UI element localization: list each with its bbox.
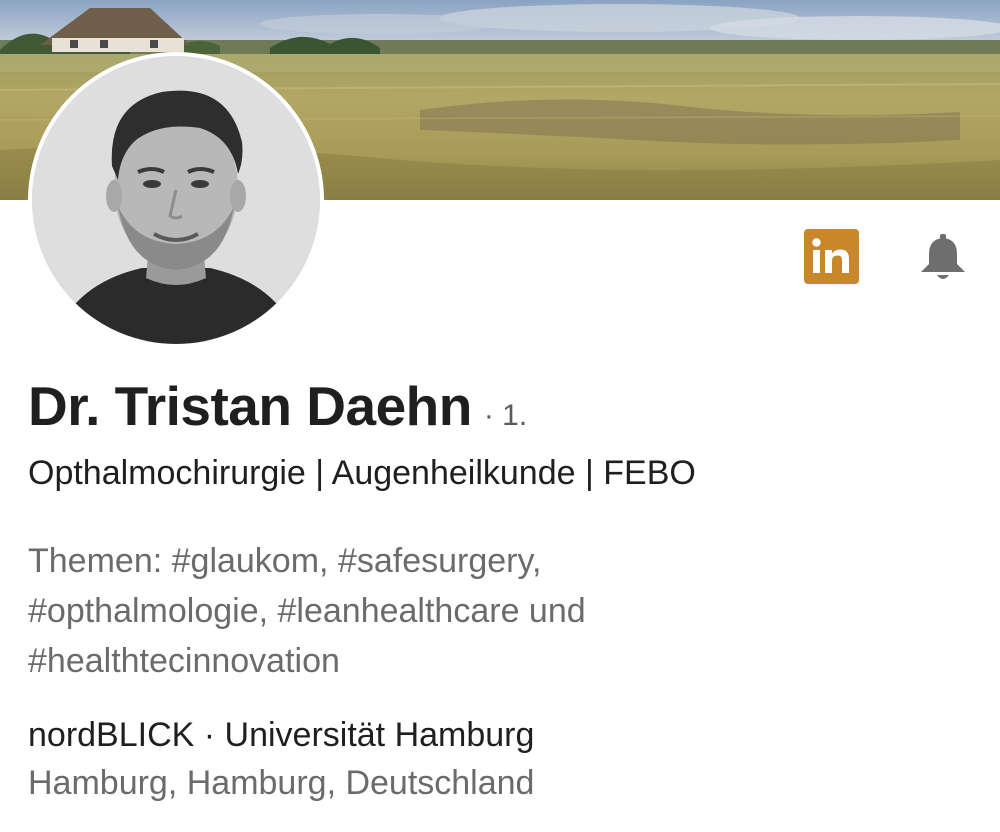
- profile-headline: Opthalmochirurgie | Augenheilkunde | FEB…: [28, 454, 696, 492]
- profile-topics: Themen: #glaukom, #safesurgery, #opthalm…: [28, 536, 788, 686]
- topics-line: #opthalmologie, #leanhealthcare und: [28, 592, 586, 630]
- profile-avatar[interactable]: [28, 52, 324, 348]
- linkedin-icon[interactable]: [804, 229, 859, 284]
- topics-line: Themen: #glaukom, #safesurgery,: [28, 542, 542, 580]
- profile-organizations[interactable]: nordBLICK · Universität Hamburg: [28, 716, 534, 755]
- profile-page: Dr. Tristan Daehn · 1. Opthalmochirurgie…: [0, 0, 1000, 832]
- bell-icon[interactable]: [916, 232, 970, 282]
- profile-photo: [32, 56, 320, 344]
- profile-name[interactable]: Dr. Tristan Daehn: [28, 374, 472, 438]
- topics-line: #healthtecinnovation: [28, 642, 340, 680]
- connection-degree: · 1.: [483, 399, 528, 432]
- name-row: Dr. Tristan Daehn · 1.: [28, 374, 527, 438]
- profile-location: Hamburg, Hamburg, Deutschland: [28, 764, 535, 802]
